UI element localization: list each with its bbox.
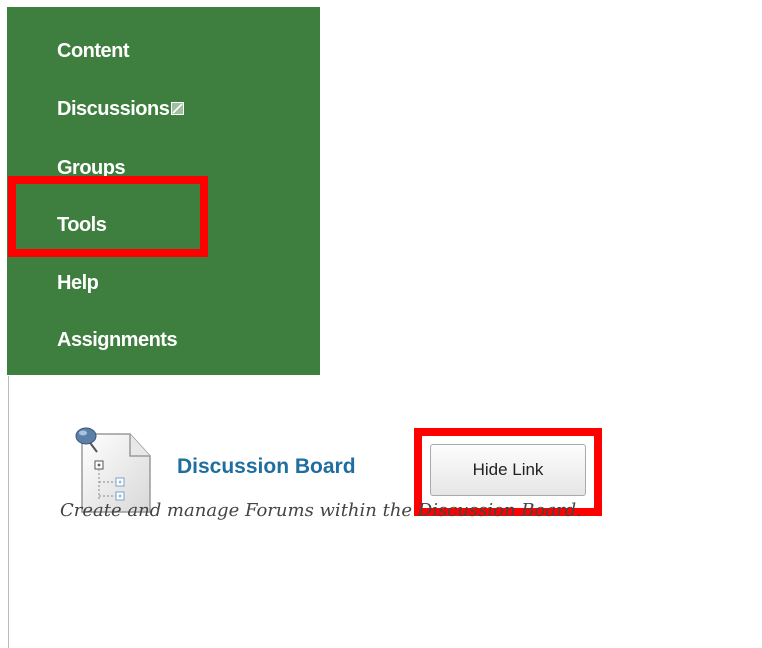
external-link-icon — [171, 102, 185, 115]
nav-item-label: Tools — [57, 214, 107, 236]
nav-item-label: Assignments — [57, 329, 178, 351]
nav-item-label: Groups — [57, 157, 126, 179]
nav-item-discussions[interactable]: Discussions — [57, 97, 185, 121]
course-menu: Content Discussions Groups Tools Help As… — [7, 7, 320, 375]
nav-item-tools[interactable]: Tools — [57, 213, 107, 237]
nav-item-help[interactable]: Help — [57, 271, 99, 295]
tool-description: Create and manage Forums within the Disc… — [60, 500, 582, 521]
nav-item-label: Help — [57, 272, 99, 294]
nav-item-label: Content — [57, 40, 130, 62]
content-divider — [8, 376, 9, 648]
nav-item-label: Discussions — [57, 98, 170, 120]
nav-item-groups[interactable]: Groups — [57, 156, 126, 180]
discussion-board-link[interactable]: Discussion Board — [177, 455, 356, 479]
nav-item-content[interactable]: Content — [57, 39, 130, 63]
hide-link-button[interactable]: Hide Link — [430, 444, 586, 496]
nav-item-assignments[interactable]: Assignments — [57, 328, 178, 352]
